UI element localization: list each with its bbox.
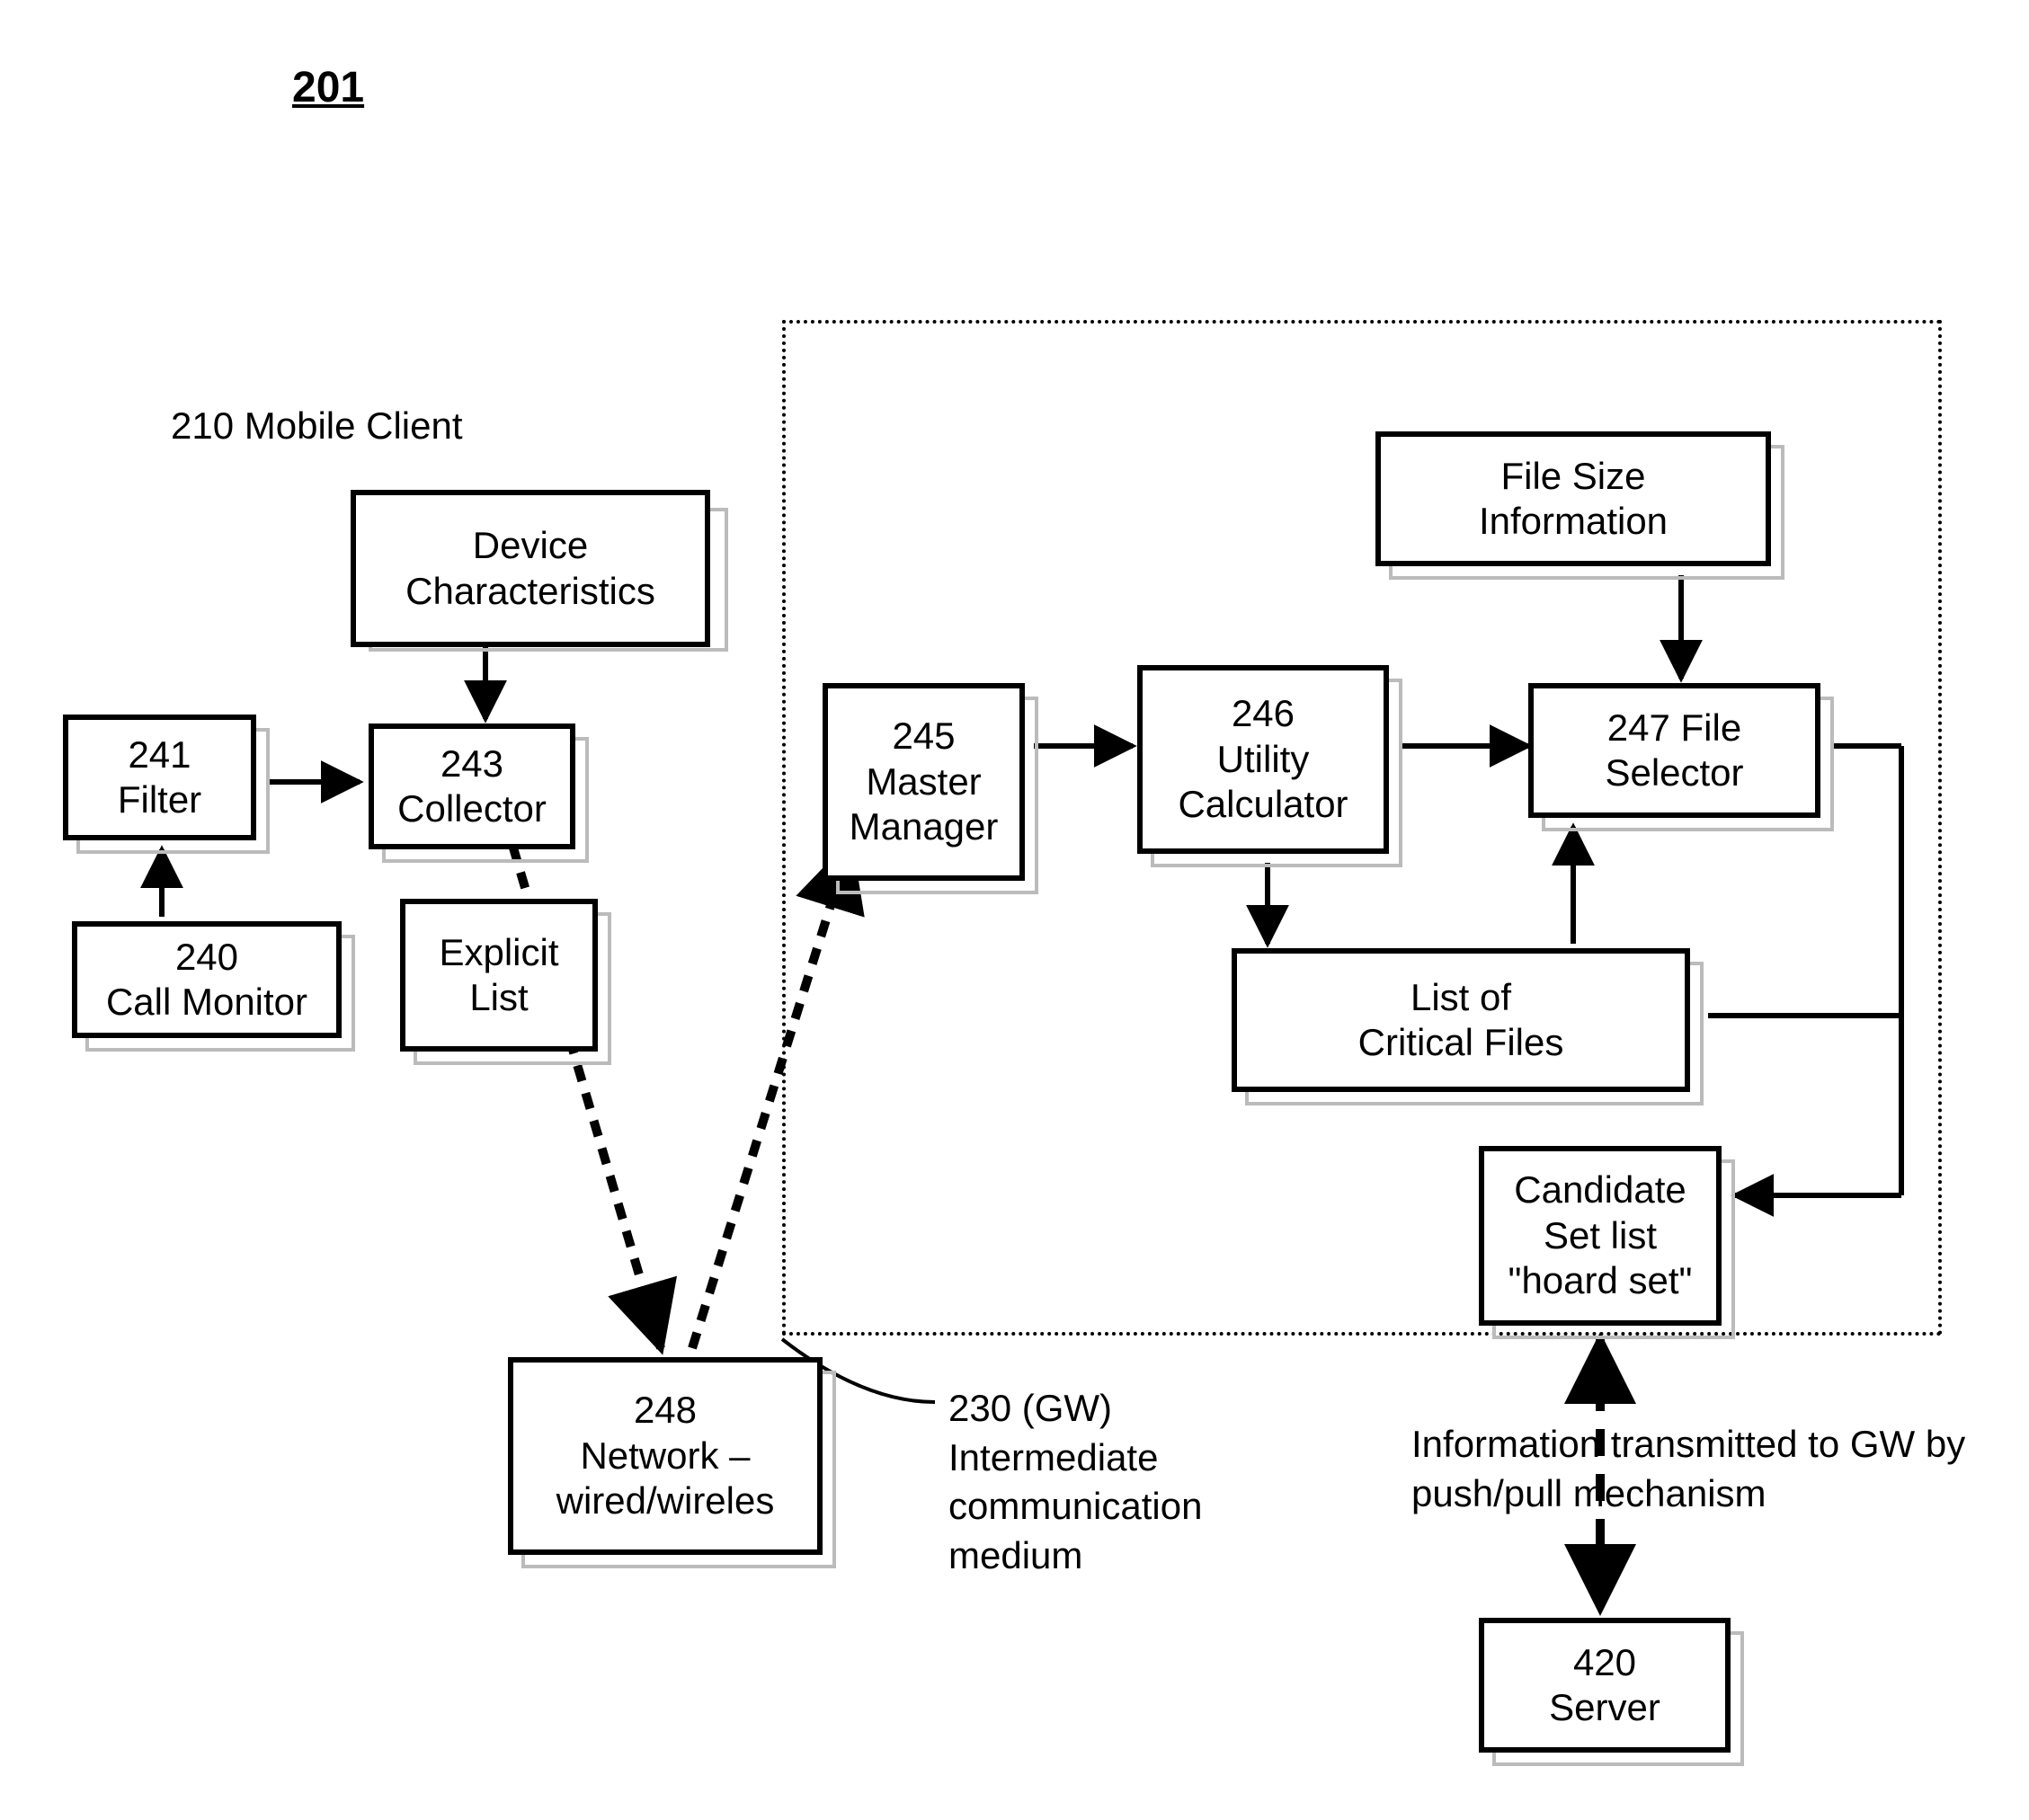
call-monitor-box: 240 Call Monitor	[72, 921, 342, 1038]
filter-box: 241 Filter	[63, 715, 256, 840]
file-selector-box: 247 File Selector	[1528, 683, 1820, 818]
network-box: 248 Network – wired/wireles	[508, 1357, 823, 1555]
collector-box: 243 Collector	[369, 724, 575, 849]
info-transmitted-label: Information transmitted to GW by push/pu…	[1411, 1420, 1965, 1518]
server-box: 420 Server	[1479, 1618, 1731, 1753]
file-size-info-box: File Size Information	[1375, 431, 1771, 566]
candidate-set-box: Candidate Set list "hoard set"	[1479, 1146, 1722, 1326]
device-characteristics-box: Device Characteristics	[351, 490, 710, 647]
explicit-list-box: Explicit List	[400, 899, 598, 1052]
gw-label: 230 (GW) Intermediate communication medi…	[948, 1384, 1202, 1580]
utility-calculator-box: 246 Utility Calculator	[1137, 665, 1389, 854]
master-manager-box: 245 Master Manager	[823, 683, 1025, 881]
critical-files-box: List of Critical Files	[1232, 948, 1690, 1092]
mobile-client-label: 210 Mobile Client	[171, 404, 463, 448]
figure-number: 201	[292, 63, 364, 112]
diagram-canvas: 201 210 Mobile Client	[0, 0, 2029, 1820]
